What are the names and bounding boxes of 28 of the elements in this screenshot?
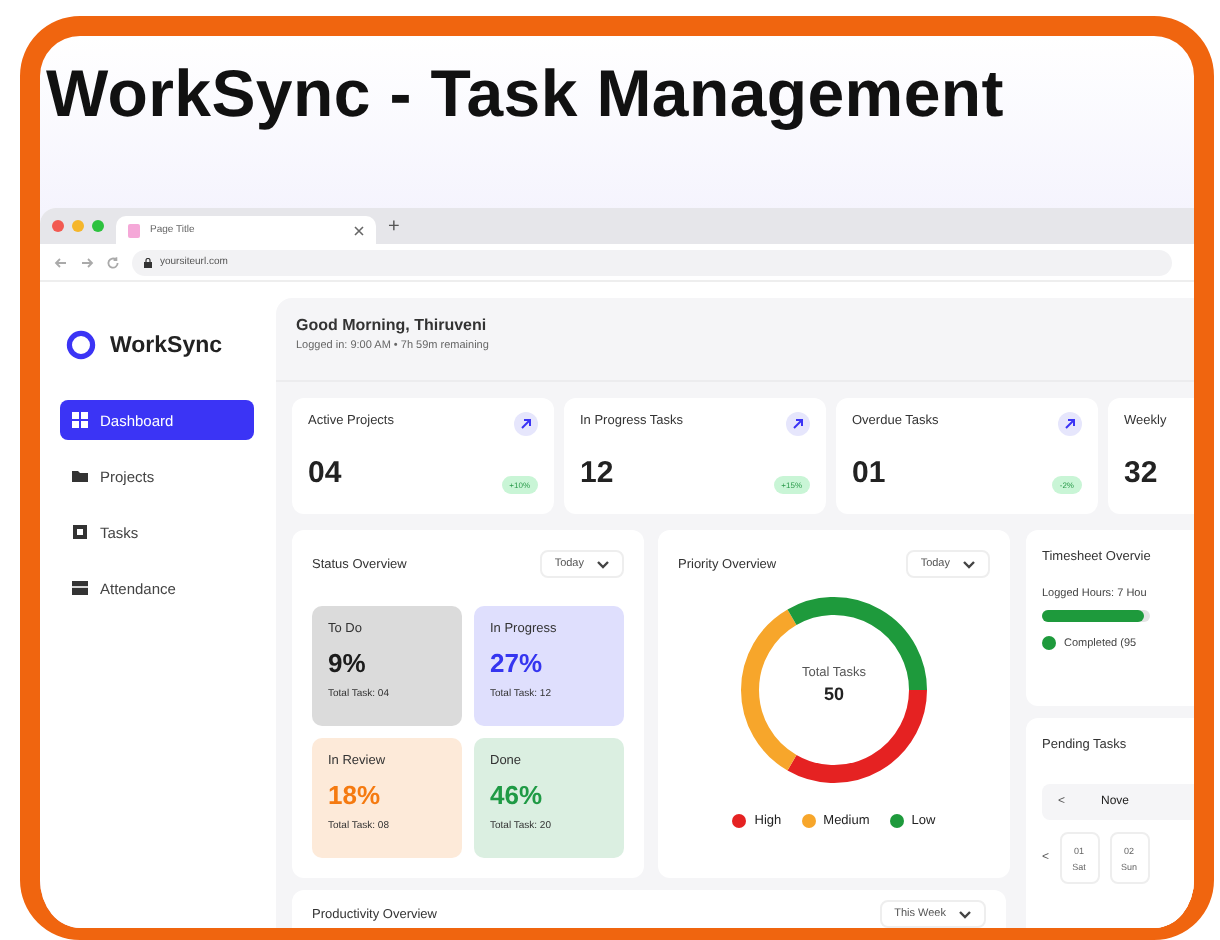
promo-title: WorkSync - Task Management <box>46 56 1006 132</box>
status-dot <box>1042 636 1056 650</box>
table-icon <box>72 580 88 596</box>
grid-icon <box>72 412 88 428</box>
tile-percent: 46% <box>490 780 545 810</box>
caret-icon <box>962 559 976 569</box>
stat-value: 12 <box>580 456 614 490</box>
caret-icon <box>596 559 610 569</box>
reload-icon[interactable] <box>106 255 120 269</box>
caret-icon <box>958 909 972 919</box>
folder-icon <box>72 468 88 484</box>
new-tab-button[interactable]: + <box>388 215 400 237</box>
greeting: Good Morning, Thiruveni <box>296 316 489 334</box>
stat-value: 32 <box>1124 456 1158 490</box>
stat-value: 04 <box>308 456 342 490</box>
page-icon <box>128 223 140 237</box>
forward-icon[interactable] <box>80 255 94 269</box>
logo-icon <box>66 330 96 360</box>
back-icon[interactable] <box>54 255 68 269</box>
center-value: 50 <box>823 684 844 704</box>
close-icon[interactable] <box>354 225 364 235</box>
lock-icon <box>144 257 152 267</box>
tile-percent: 27% <box>490 648 545 678</box>
square-icon <box>72 524 88 540</box>
stat-value: 01 <box>852 456 886 490</box>
tile-percent: 9% <box>328 648 368 678</box>
brand-name: WorkSync <box>110 333 223 357</box>
tile-percent: 18% <box>328 780 383 810</box>
